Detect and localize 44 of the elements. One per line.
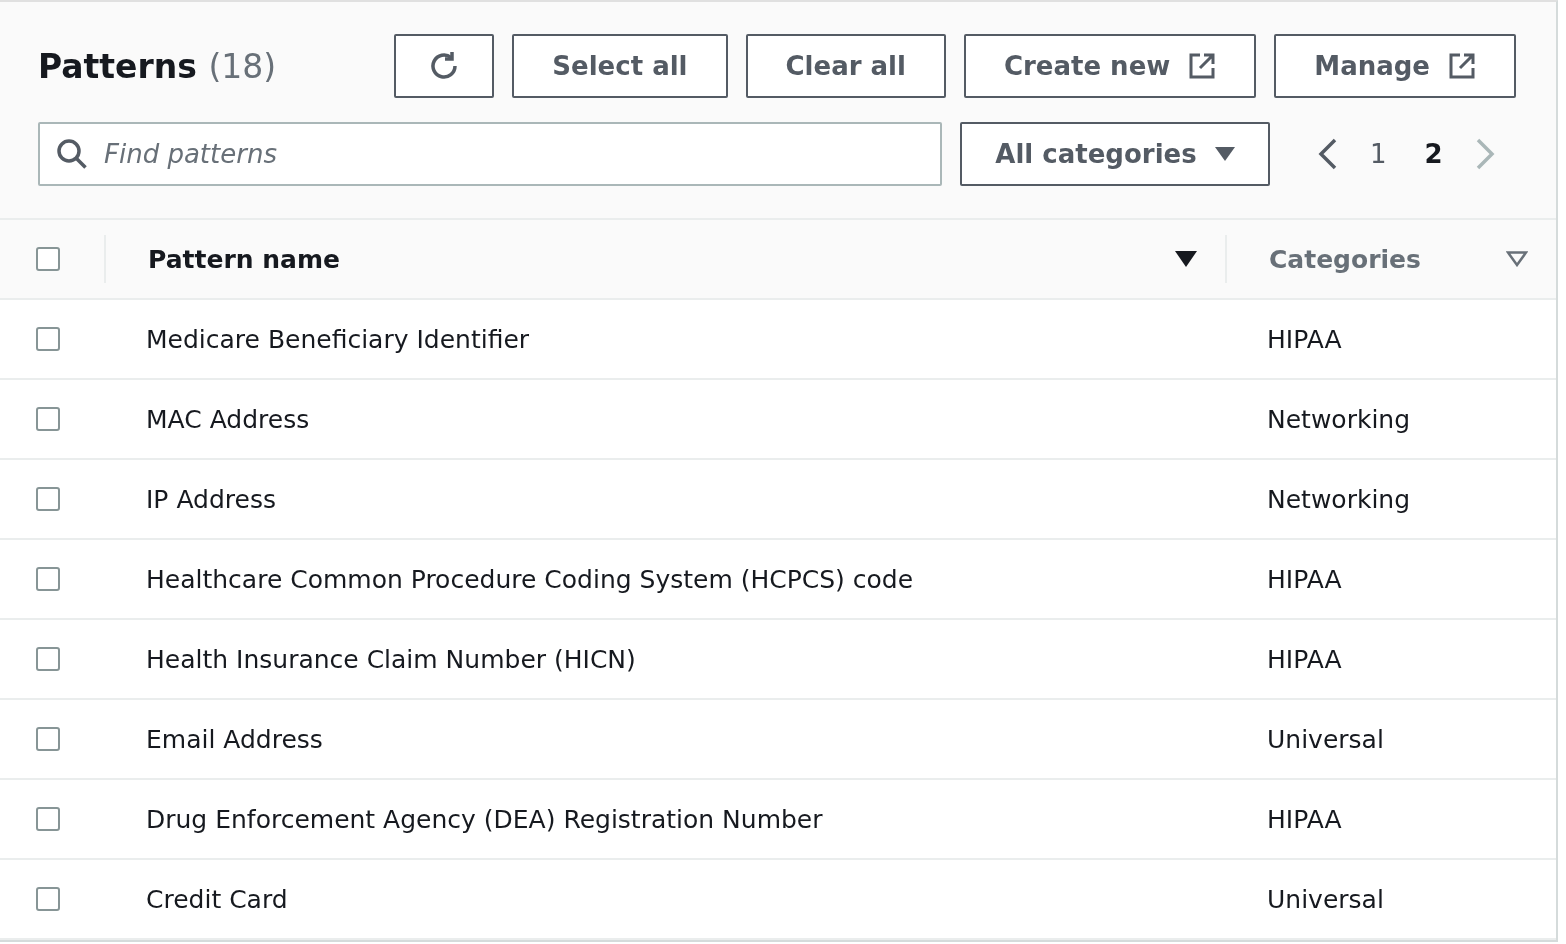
- pattern-name-cell-text: Medicare Beneficiary Identifier: [145, 324, 531, 354]
- external-link-button[interactable]: Create new: [963, 34, 1257, 98]
- sort-descending-icon: [1175, 251, 1197, 267]
- category-cell-text: Networking: [1266, 404, 1412, 434]
- page-link[interactable]: 2: [1418, 139, 1449, 169]
- row-checkbox[interactable]: [36, 887, 60, 911]
- row-checkbox[interactable]: [36, 567, 60, 591]
- row-checkbox[interactable]: [36, 327, 60, 351]
- category-cell-text: Universal: [1266, 724, 1385, 754]
- pattern-name-cell-text: IP Address: [145, 484, 277, 514]
- pattern-count: (18): [208, 46, 277, 86]
- category-dropdown[interactable]: All categories: [960, 122, 1270, 186]
- refresh-button[interactable]: [394, 34, 495, 98]
- select-all-checkbox[interactable]: [36, 247, 60, 271]
- caret-icon: [1214, 147, 1235, 161]
- external-link-icon: [1448, 52, 1476, 80]
- category-cell-text: HIPAA: [1266, 804, 1343, 834]
- pattern-name-cell-text: Email Address: [145, 724, 324, 754]
- row-checkbox[interactable]: [36, 647, 60, 671]
- search-field[interactable]: Find patterns: [38, 122, 942, 186]
- action-button[interactable]: Clear all: [745, 34, 946, 98]
- category-cell-text: HIPAA: [1266, 644, 1343, 674]
- external-link-button[interactable]: Manage: [1274, 34, 1516, 98]
- pattern-name-cell-text: MAC Address: [145, 404, 311, 434]
- column-header[interactable]: Pattern name: [104, 235, 1225, 283]
- sort-icon: [1506, 251, 1528, 267]
- page-link[interactable]: 1: [1364, 139, 1393, 169]
- pattern-name-cell-text: Drug Enforcement Agency (DEA) Registration Number: [145, 804, 824, 834]
- pattern-name-cell-text: Health Insurance Claim Number (HICN): [145, 644, 637, 674]
- pattern-name-cell-text: Credit Card: [145, 884, 289, 914]
- category-cell-text: Universal: [1266, 884, 1385, 914]
- category-cell-text: Networking: [1266, 484, 1412, 514]
- action-button[interactable]: Select all: [512, 34, 728, 98]
- row-checkbox[interactable]: [36, 727, 60, 751]
- column-header[interactable]: Categories: [1225, 235, 1556, 283]
- category-cell-text: HIPAA: [1266, 564, 1343, 594]
- category-cell-text: HIPAA: [1266, 324, 1343, 354]
- previous-page-icon[interactable]: [1318, 138, 1338, 170]
- row-checkbox[interactable]: [36, 487, 60, 511]
- external-link-icon: [1188, 52, 1217, 80]
- panel-title: Patterns (18): [38, 46, 277, 86]
- pattern-name-cell-text: Healthcare Common Procedure Coding System (HCPCS) code: [145, 564, 915, 594]
- row-checkbox[interactable]: [36, 807, 60, 831]
- row-checkbox[interactable]: [36, 407, 60, 431]
